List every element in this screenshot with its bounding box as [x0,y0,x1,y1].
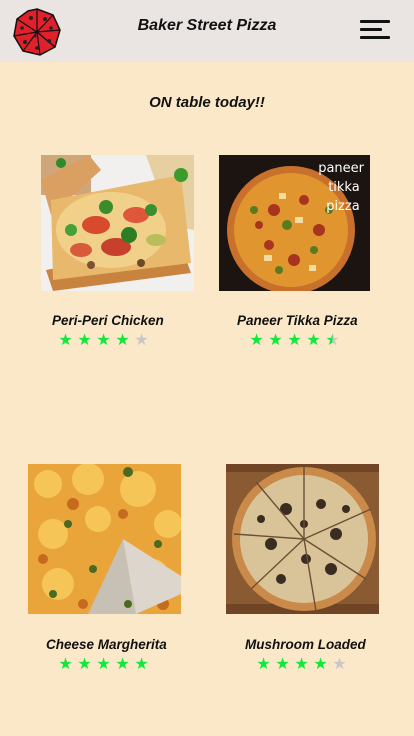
star-icon: ★ [96,654,111,673]
star-icon: ★ [77,330,92,349]
star-icon: ★ [306,330,321,349]
star-icon: ★ [58,654,73,673]
star-icon: ★ [268,330,283,349]
star-icon: ★ [96,330,111,349]
star-icon: ★ [134,654,149,673]
pizza-image[interactable] [28,464,181,614]
star-icon: ★ [58,330,73,349]
star-icon: ★ [294,654,309,673]
pizza-name: Peri-Peri Chicken [52,313,164,328]
star-icon: ★ [313,654,328,673]
app-title: Baker Street Pizza [137,17,277,34]
star-rating: ★ ★ ★ ★ ★ [56,331,151,349]
pizza-name: Mushroom Loaded [245,637,366,652]
star-rating: ★ ★ ★ ★ ★ [247,331,342,349]
hamburger-menu-icon[interactable] [360,18,392,42]
pizza-name: Cheese Margherita [46,637,167,652]
section-title: ON table today!! [149,94,265,111]
pizza-image[interactable] [226,464,379,614]
star-icon: ★ [332,654,347,673]
image-caption: paneer tikka pizza [318,161,364,214]
star-rating: ★ ★ ★ ★ ★ [56,655,151,673]
star-icon: ★ [115,330,130,349]
star-icon: ★ [115,654,130,673]
pizza-image[interactable] [41,155,194,291]
star-icon: ★ [287,330,302,349]
star-rating: ★ ★ ★ ★ ★ [254,655,349,673]
star-icon: ★ [134,330,149,349]
pizza-name: Paneer Tikka Pizza [237,313,358,328]
star-icon: ★ [275,654,290,673]
half-star-icon: ★ [323,331,342,349]
app-header: Baker Street Pizza [0,0,414,62]
star-icon: ★ [77,654,92,673]
star-icon: ★ [249,330,264,349]
pizza-image[interactable]: paneer tikka pizza [219,155,370,291]
star-icon: ★ [256,654,271,673]
